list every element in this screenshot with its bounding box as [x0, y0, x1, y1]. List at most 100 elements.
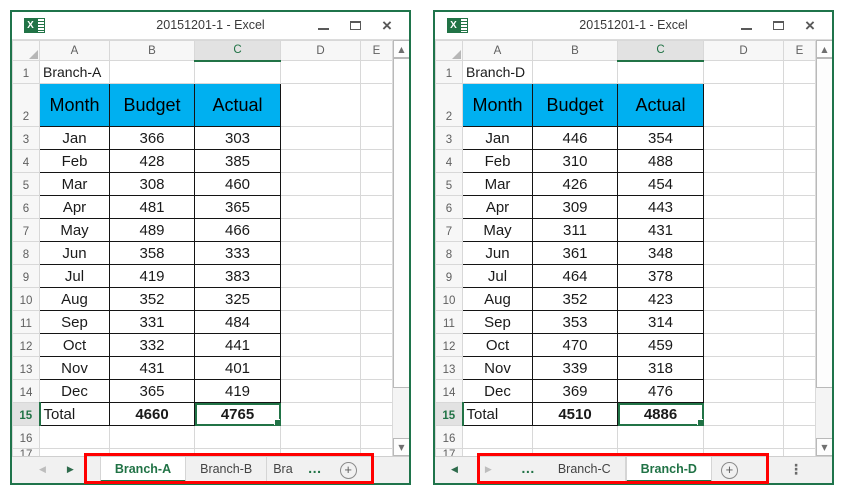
column-header-B[interactable]: B — [533, 41, 618, 61]
cell-B10[interactable]: 352 — [110, 288, 195, 311]
row-header-15[interactable]: 15 — [436, 403, 463, 426]
row-header-6[interactable]: 6 — [436, 196, 463, 219]
cell-C5[interactable]: 460 — [195, 173, 281, 196]
titlebar[interactable]: X 20151201-1 - Excel × — [12, 12, 409, 40]
cell-B11[interactable]: 353 — [533, 311, 618, 334]
cell-C4[interactable]: 385 — [195, 150, 281, 173]
cell-E15[interactable] — [361, 403, 393, 426]
sheet-tab-branch-c[interactable]: Branch-C — [544, 457, 626, 483]
column-header-E[interactable]: E — [784, 41, 816, 61]
cell-A16[interactable] — [40, 426, 110, 449]
cell-C15[interactable]: 4886 — [618, 403, 704, 426]
cell-B14[interactable]: 369 — [533, 380, 618, 403]
minimize-button[interactable] — [307, 12, 339, 39]
cell-B15[interactable]: 4660 — [110, 403, 195, 426]
cell-A5[interactable]: Mar — [463, 173, 533, 196]
cell-D13[interactable] — [281, 357, 361, 380]
cell-B14[interactable]: 365 — [110, 380, 195, 403]
row-header-14[interactable]: 14 — [13, 380, 40, 403]
cell-B1[interactable] — [533, 61, 618, 84]
cell-A12[interactable]: Oct — [40, 334, 110, 357]
cell-C12[interactable]: 459 — [618, 334, 704, 357]
cell-B7[interactable]: 489 — [110, 219, 195, 242]
cell-B4[interactable]: 428 — [110, 150, 195, 173]
cell-B3[interactable]: 446 — [533, 127, 618, 150]
cell-A17[interactable] — [40, 449, 110, 457]
cell-D16[interactable] — [704, 426, 784, 449]
cell-C13[interactable]: 401 — [195, 357, 281, 380]
cell-D7[interactable] — [704, 219, 784, 242]
row-header-9[interactable]: 9 — [436, 265, 463, 288]
cell-A5[interactable]: Mar — [40, 173, 110, 196]
cell-A13[interactable]: Nov — [40, 357, 110, 380]
cell-D6[interactable] — [704, 196, 784, 219]
cell-D15[interactable] — [281, 403, 361, 426]
cell-B17[interactable] — [110, 449, 195, 457]
row-header-1[interactable]: 1 — [13, 61, 40, 84]
cell-E1[interactable] — [784, 61, 816, 84]
cell-A2[interactable]: Month — [40, 84, 110, 127]
column-header-D[interactable]: D — [704, 41, 784, 61]
cell-A10[interactable]: Aug — [463, 288, 533, 311]
cell-C8[interactable]: 333 — [195, 242, 281, 265]
cell-B3[interactable]: 366 — [110, 127, 195, 150]
close-button[interactable]: × — [794, 12, 826, 39]
cell-E15[interactable] — [784, 403, 816, 426]
row-header-14[interactable]: 14 — [436, 380, 463, 403]
cell-B7[interactable]: 311 — [533, 219, 618, 242]
column-header-A[interactable]: A — [40, 41, 110, 61]
column-header-B[interactable]: B — [110, 41, 195, 61]
cell-E2[interactable] — [361, 84, 393, 127]
cell-A13[interactable]: Nov — [463, 357, 533, 380]
titlebar[interactable]: X 20151201-1 - Excel × — [435, 12, 832, 40]
cell-A2[interactable]: Month — [463, 84, 533, 127]
vertical-scrollbar[interactable]: ▲ ▼ — [815, 40, 832, 456]
row-header-13[interactable]: 13 — [436, 357, 463, 380]
cell-D13[interactable] — [704, 357, 784, 380]
cell-E17[interactable] — [784, 449, 816, 457]
cell-C2[interactable]: Actual — [618, 84, 704, 127]
cell-C17[interactable] — [195, 449, 281, 457]
cell-E4[interactable] — [361, 150, 393, 173]
cell-A9[interactable]: Jul — [463, 265, 533, 288]
cell-D8[interactable] — [704, 242, 784, 265]
cell-B9[interactable]: 419 — [110, 265, 195, 288]
cell-E13[interactable] — [784, 357, 816, 380]
cell-A15[interactable]: Total — [463, 403, 533, 426]
cell-E4[interactable] — [784, 150, 816, 173]
cell-A9[interactable]: Jul — [40, 265, 110, 288]
cell-B4[interactable]: 310 — [533, 150, 618, 173]
tab-nav-right-icon[interactable]: ▶ — [485, 465, 492, 475]
cell-E1[interactable] — [361, 61, 393, 84]
cell-A6[interactable]: Apr — [463, 196, 533, 219]
cell-C1[interactable] — [195, 61, 281, 84]
cell-D4[interactable] — [281, 150, 361, 173]
cell-A7[interactable]: May — [463, 219, 533, 242]
row-header-17[interactable]: 17 — [436, 449, 463, 457]
row-header-3[interactable]: 3 — [436, 127, 463, 150]
cell-D14[interactable] — [704, 380, 784, 403]
cell-E16[interactable] — [361, 426, 393, 449]
row-header-8[interactable]: 8 — [436, 242, 463, 265]
cell-E16[interactable] — [784, 426, 816, 449]
row-header-5[interactable]: 5 — [436, 173, 463, 196]
cell-E17[interactable] — [361, 449, 393, 457]
cell-C16[interactable] — [618, 426, 704, 449]
cell-B10[interactable]: 352 — [533, 288, 618, 311]
row-header-16[interactable]: 16 — [436, 426, 463, 449]
row-header-13[interactable]: 13 — [13, 357, 40, 380]
row-header-3[interactable]: 3 — [13, 127, 40, 150]
cell-B9[interactable]: 464 — [533, 265, 618, 288]
cell-C12[interactable]: 441 — [195, 334, 281, 357]
cell-E14[interactable] — [361, 380, 393, 403]
cell-B6[interactable]: 481 — [110, 196, 195, 219]
cell-B15[interactable]: 4510 — [533, 403, 618, 426]
scroll-down-icon[interactable]: ▼ — [816, 438, 832, 456]
cell-B16[interactable] — [533, 426, 618, 449]
cell-D6[interactable] — [281, 196, 361, 219]
cell-B13[interactable]: 339 — [533, 357, 618, 380]
row-header-11[interactable]: 11 — [13, 311, 40, 334]
new-sheet-button[interactable]: + — [721, 462, 738, 479]
cell-C13[interactable]: 318 — [618, 357, 704, 380]
row-header-17[interactable]: 17 — [13, 449, 40, 457]
